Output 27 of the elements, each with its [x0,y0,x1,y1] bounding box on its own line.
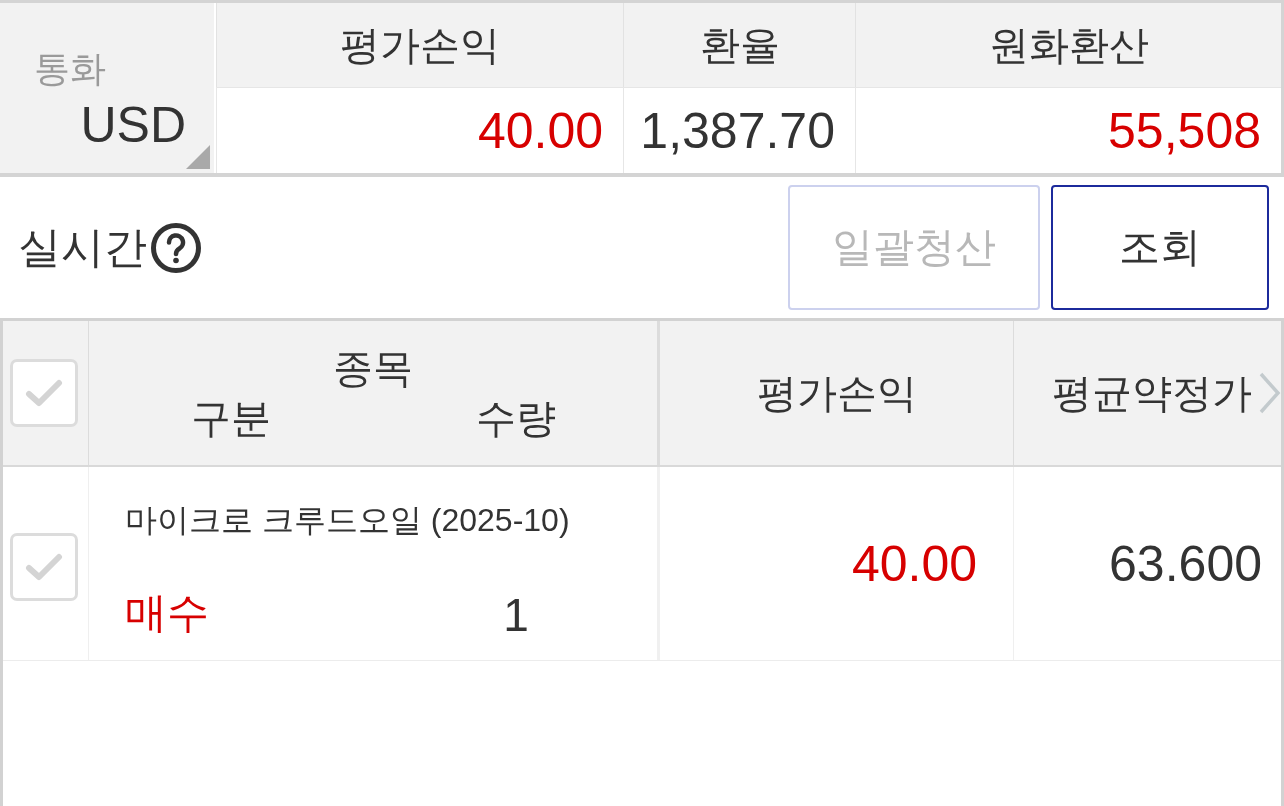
corner-triangle-icon [186,145,210,169]
chevron-right-icon[interactable] [1257,371,1281,415]
column-header: 평균약정가 [1052,373,1252,413]
action-button[interactable]: 조회 [1051,185,1269,310]
column-header: 평가손익 [340,25,500,65]
row-checkbox[interactable] [10,532,78,601]
column-header: 환율 [699,25,780,65]
column-header: 구분 [191,398,271,438]
currency-dropdown[interactable]: USD [0,87,214,173]
summary-value: 40.00 [477,105,603,156]
side-text: 매수 [125,592,209,638]
select-all-checkbox[interactable] [10,359,78,427]
help-icon[interactable] [151,222,201,273]
column-header: 평가손익 [756,373,917,413]
summary-value: 1,387.70 [640,105,835,156]
realtime-label: 실시간 [18,226,147,269]
checkmark-icon [25,552,63,581]
checkmark-icon [25,379,63,407]
column-header: 수량 [476,398,556,438]
column-header: 원화환산 [988,25,1149,65]
summary-value: 55,508 [1108,105,1261,156]
currency-label: 통화 [33,47,106,87]
quantity-text: 1 [503,592,529,638]
pnl-value: 40.00 [851,538,977,589]
avg-price-value: 63.600 [1109,538,1262,589]
column-header: 종목 [333,348,413,388]
product-name: 마이크로 크루드오일 (2025-10) [125,504,570,536]
